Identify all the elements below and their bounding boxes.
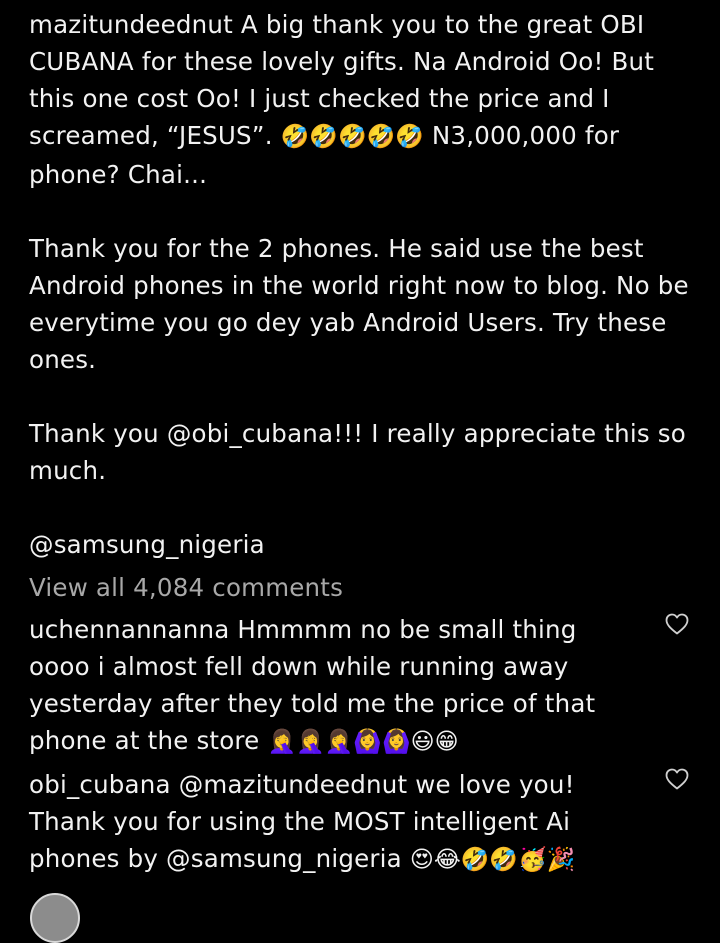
- comment-item: obi_cubana @mazitundeednut we love you! …: [29, 766, 629, 879]
- view-all-comments-link[interactable]: View all 4,084 comments: [29, 569, 343, 606]
- comment-username[interactable]: uchennannanna: [29, 615, 229, 644]
- caption-paragraph-1: mazitundeednut A big thank you to the gr…: [29, 6, 701, 193]
- caption-emoji: 🤣🤣🤣🤣🤣: [280, 124, 424, 150]
- post-caption: mazitundeednut A big thank you to the gr…: [29, 6, 701, 563]
- caption-paragraph-3: Thank you @obi_cubana!!! I really apprec…: [29, 419, 686, 485]
- comment-item: uchennannanna Hmmmm no be small thing oo…: [29, 611, 629, 761]
- heart-outline-icon[interactable]: [665, 768, 689, 790]
- comment-emoji: 😍😂🤣🤣🥳🎉: [409, 847, 576, 873]
- caption-paragraph-2: Thank you for the 2 phones. He said use …: [29, 234, 689, 374]
- comment-username[interactable]: obi_cubana: [29, 770, 171, 799]
- caption-username[interactable]: mazitundeednut: [29, 10, 233, 39]
- heart-outline-icon[interactable]: [665, 613, 689, 635]
- comment-emoji: 🤦‍♀️🤦‍♀️🤦‍♀️🙆‍♀️🙆‍♀️😃😁: [267, 729, 459, 755]
- caption-tag-mention[interactable]: @samsung_nigeria: [29, 526, 701, 563]
- avatar[interactable]: [30, 893, 80, 943]
